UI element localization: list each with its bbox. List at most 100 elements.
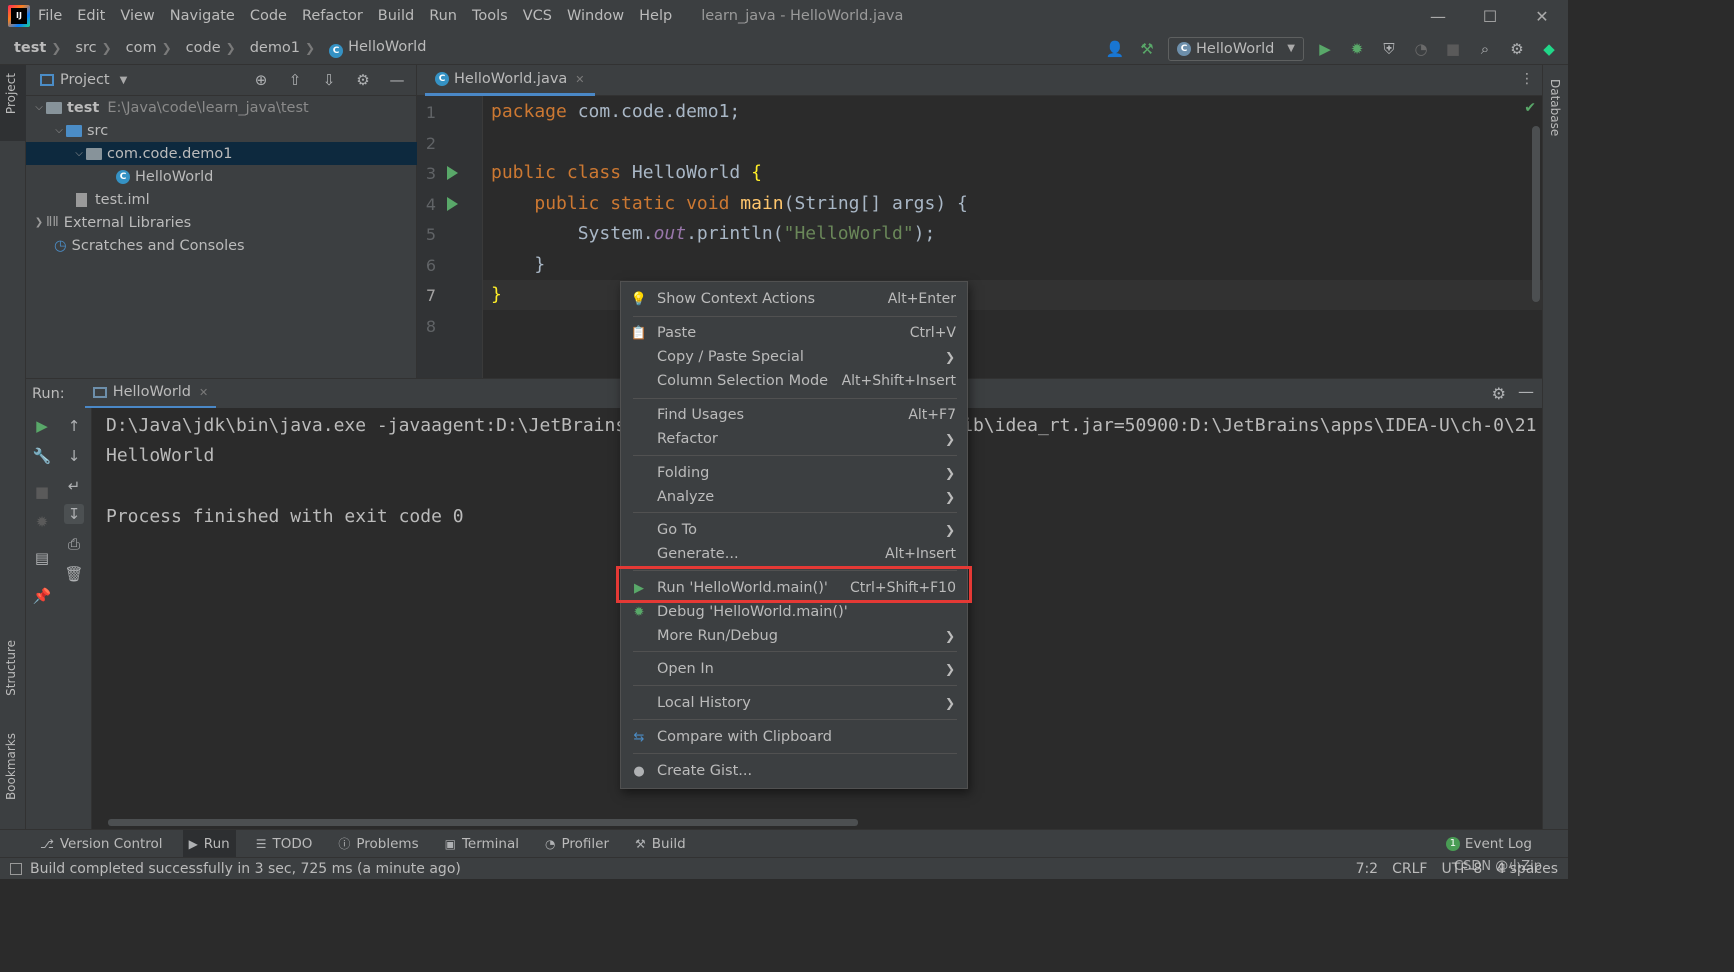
breadcrumb-src[interactable]: src <box>61 40 96 56</box>
run-icon[interactable]: ▶ <box>1314 38 1336 60</box>
chevron-down-icon[interactable]: ▼ <box>120 75 128 86</box>
project-tool-button[interactable]: Project <box>4 73 18 114</box>
arrow-down-icon[interactable]: ↓ <box>64 446 84 466</box>
breadcrumb-demo1[interactable]: demo1 <box>236 40 300 56</box>
gear-icon[interactable]: ⚙ <box>352 69 374 91</box>
status-toggle-icon[interactable] <box>10 862 22 875</box>
code-with-me-icon[interactable]: ◆ <box>1538 38 1560 60</box>
run-tab-helloworld[interactable]: HelloWorld ✕ <box>84 379 217 409</box>
menu-open-in[interactable]: Open In ❯ <box>621 657 967 681</box>
maximize-icon[interactable]: ☐ <box>1464 0 1516 32</box>
menu-go-to[interactable]: Go To ❯ <box>621 518 967 542</box>
menu-refactor[interactable]: Refactor <box>302 8 363 24</box>
chevron-down-icon[interactable]: ⌵ <box>32 102 46 113</box>
gear-icon[interactable]: ⚙ <box>1492 384 1506 403</box>
menu-analyze[interactable]: Analyze ❯ <box>621 485 967 509</box>
close-icon[interactable]: ✕ <box>1516 0 1568 32</box>
collapse-all-icon[interactable]: ⇩ <box>318 69 340 91</box>
caret-position[interactable]: 7:2 <box>1356 861 1379 877</box>
chevron-down-icon[interactable]: ⌵ <box>72 148 86 159</box>
menu-build[interactable]: Build <box>378 8 414 24</box>
menu-navigate[interactable]: Navigate <box>170 8 235 24</box>
tool-profiler[interactable]: ◔ Profiler <box>539 830 615 858</box>
menu-view[interactable]: View <box>120 8 154 24</box>
structure-tool-button[interactable]: Structure <box>4 640 18 696</box>
tree-item-class[interactable]: C HelloWorld <box>26 165 417 188</box>
menu-tools[interactable]: Tools <box>472 8 508 24</box>
tree-item-root[interactable]: ⌵ test E:\Java\code\learn_java\test <box>26 96 417 119</box>
close-icon[interactable]: ✕ <box>575 73 584 86</box>
breadcrumb-class[interactable]: C HelloWorld <box>315 39 426 58</box>
soft-wrap-icon[interactable]: ↵ <box>64 476 84 496</box>
pin-icon[interactable]: 📌 <box>32 586 52 606</box>
database-tool-button[interactable]: Database <box>1548 79 1562 136</box>
menu-generate[interactable]: Generate... Alt+Insert <box>621 542 967 566</box>
stop-icon[interactable]: ■ <box>1442 38 1464 60</box>
run-configuration-select[interactable]: C HelloWorld ▼ <box>1168 36 1304 61</box>
rerun-icon[interactable]: ▶ <box>32 416 52 436</box>
chevron-right-icon[interactable]: ❯ <box>32 217 46 228</box>
menu-show-context-actions[interactable]: 💡 Show Context Actions Alt+Enter <box>621 287 967 311</box>
menu-copy-paste-special[interactable]: Copy / Paste Special ❯ <box>621 345 967 369</box>
run-gutter-icon[interactable] <box>447 197 458 211</box>
gear-icon[interactable]: ⚙ <box>1506 38 1528 60</box>
tool-problems[interactable]: ⓘ Problems <box>332 830 424 858</box>
menu-run[interactable]: Run <box>429 8 457 24</box>
stop-icon[interactable]: ■ <box>32 482 52 502</box>
tool-todo[interactable]: ☰ TODO <box>250 830 319 858</box>
build-hammer-icon[interactable]: ⚒ <box>1136 38 1158 60</box>
status-message[interactable]: Build completed successfully in 3 sec, 7… <box>30 861 461 877</box>
locate-icon[interactable]: ⊕ <box>250 69 272 91</box>
editor-scrollbar[interactable] <box>1532 126 1540 302</box>
coverage-icon[interactable]: ⛨ <box>1378 38 1400 60</box>
debug-icon[interactable]: ✹ <box>32 512 52 532</box>
tree-item-src[interactable]: ⌵ src <box>26 119 417 142</box>
project-panel-title[interactable]: Project <box>60 72 110 88</box>
minimize-icon[interactable]: — <box>1412 0 1464 32</box>
bookmarks-tool-button[interactable]: Bookmarks <box>4 733 18 800</box>
menu-debug-main[interactable]: ✹ Debug 'HelloWorld.main()' <box>621 600 967 624</box>
line-separator[interactable]: CRLF <box>1392 861 1427 877</box>
menu-code[interactable]: Code <box>250 8 287 24</box>
editor-tab-helloworld[interactable]: C HelloWorld.java ✕ <box>425 65 595 96</box>
tool-run[interactable]: ▶ Run <box>182 829 236 858</box>
tree-item-scratches[interactable]: ◷ Scratches and Consoles <box>26 234 417 257</box>
tree-item-external-libraries[interactable]: ❯ ⅡⅡ External Libraries <box>26 211 417 234</box>
breadcrumb-com[interactable]: com <box>112 40 157 56</box>
close-icon[interactable]: ✕ <box>199 386 208 399</box>
menu-create-gist[interactable]: ● Create Gist... <box>621 759 967 783</box>
menu-window[interactable]: Window <box>567 8 624 24</box>
hide-icon[interactable]: — <box>1518 382 1534 401</box>
menu-compare-with-clipboard[interactable]: ⇆ Compare with Clipboard <box>621 725 967 749</box>
wrench-icon[interactable]: 🔧 <box>32 446 52 466</box>
user-icon[interactable]: 👤 <box>1104 38 1126 60</box>
trash-icon[interactable]: 🗑 <box>64 564 84 584</box>
menu-local-history[interactable]: Local History ❯ <box>621 691 967 715</box>
breadcrumb-code[interactable]: code <box>172 40 221 56</box>
layout-icon[interactable]: ▤ <box>32 548 52 568</box>
menu-refactor[interactable]: Refactor ❯ <box>621 427 967 451</box>
run-gutter-icon[interactable] <box>447 166 458 180</box>
scroll-to-end-icon[interactable]: ↧ <box>64 504 84 524</box>
tool-terminal[interactable]: ▣ Terminal <box>439 830 525 858</box>
tool-build[interactable]: ⚒ Build <box>629 830 692 858</box>
menu-help[interactable]: Help <box>639 8 672 24</box>
more-options-icon[interactable]: ⋮ <box>1520 71 1534 87</box>
arrow-up-icon[interactable]: ↑ <box>64 416 84 436</box>
search-icon[interactable]: ⌕ <box>1474 38 1496 60</box>
expand-all-icon[interactable]: ⇧ <box>284 69 306 91</box>
print-icon[interactable]: ⎙ <box>64 534 84 554</box>
tree-item-package[interactable]: ⌵ com.code.demo1 <box>26 142 417 165</box>
event-log-button[interactable]: 1 Event Log <box>1445 830 1532 858</box>
debug-icon[interactable]: ✹ <box>1346 38 1368 60</box>
profiler-icon[interactable]: ◔ <box>1410 38 1432 60</box>
hide-icon[interactable]: — <box>386 69 408 91</box>
tool-version-control[interactable]: ⎇ Version Control <box>34 830 169 858</box>
chevron-down-icon[interactable]: ⌵ <box>52 125 66 136</box>
menu-more-run-debug[interactable]: More Run/Debug ❯ <box>621 624 967 648</box>
code-editor[interactable]: 1 2 3 4 5 6 7 8 package com.code.demo1; … <box>417 96 1542 378</box>
menu-column-selection-mode[interactable]: Column Selection Mode Alt+Shift+Insert <box>621 369 967 393</box>
menu-file[interactable]: File <box>38 8 62 24</box>
menu-edit[interactable]: Edit <box>77 8 105 24</box>
menu-find-usages[interactable]: Find Usages Alt+F7 <box>621 403 967 427</box>
